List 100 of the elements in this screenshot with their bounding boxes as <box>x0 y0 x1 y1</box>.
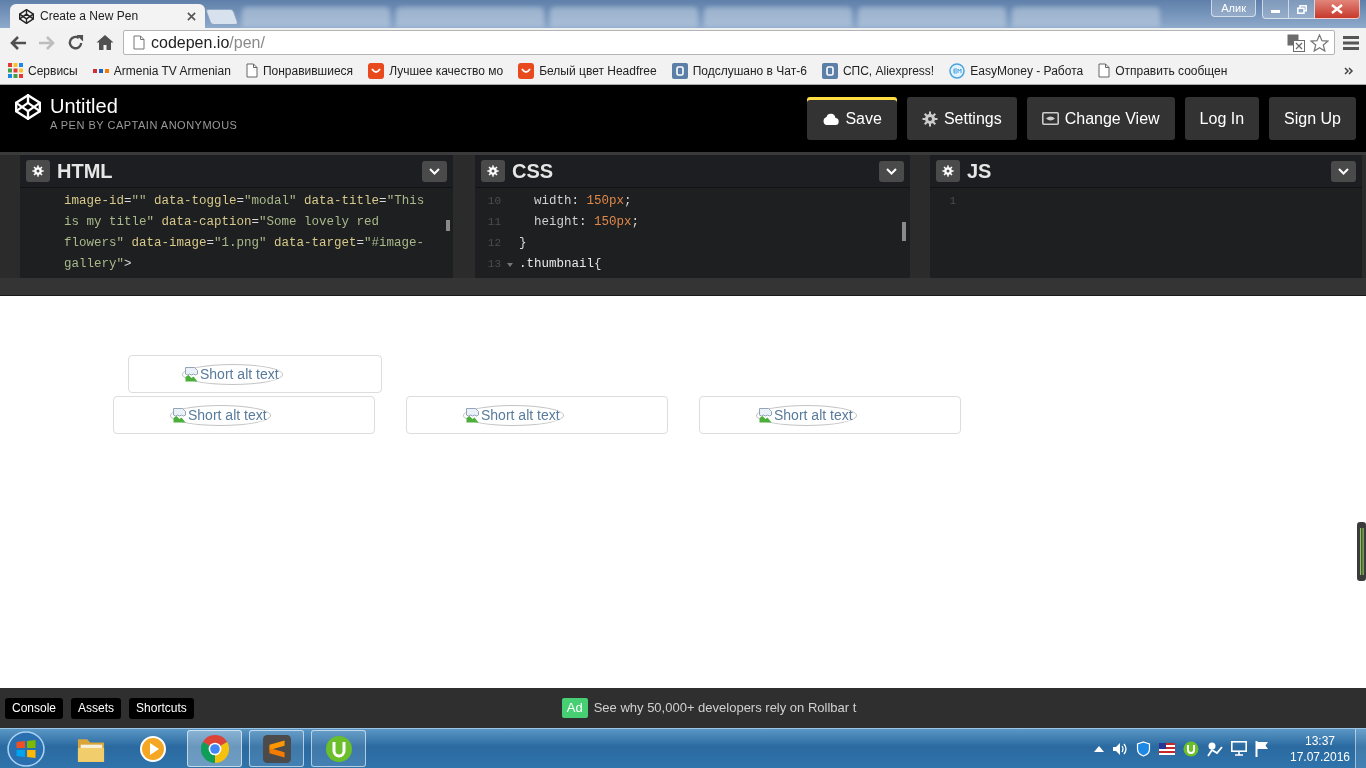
code-line: is my title" data-caption="Some lovely red <box>64 214 380 232</box>
cube-logo-icon <box>19 8 34 24</box>
menu-icon[interactable] <box>1343 35 1359 50</box>
ad-badge: Ad <box>561 698 588 718</box>
pen-title[interactable]: Untitled <box>50 94 238 118</box>
browser-logo-icon <box>200 734 229 763</box>
page-icon <box>1098 63 1111 78</box>
clock-date[interactable]: 17.07.2016 <box>1289 748 1351 765</box>
alt-text: Short alt text <box>188 407 267 423</box>
minimize-button[interactable] <box>1262 0 1289 19</box>
coin-icon <box>949 62 966 79</box>
sign-up-button[interactable]: Sign Up <box>1269 97 1356 140</box>
broken-image-icon <box>184 366 200 382</box>
fold-arrow-icon[interactable] <box>507 262 513 267</box>
side-handle-icon[interactable] <box>1357 522 1366 581</box>
start-orb-icon[interactable] <box>7 730 45 767</box>
footer-button[interactable]: Shortcuts <box>129 697 194 719</box>
back-arrow-icon <box>8 34 27 51</box>
footer-button[interactable]: Console <box>5 697 64 719</box>
play-circle-icon <box>138 734 167 763</box>
stripes-logo-icon <box>92 67 109 74</box>
broken-image-icon <box>172 407 188 423</box>
bookmark[interactable]: Подслушано в Чат-6 <box>669 59 809 82</box>
ad-link[interactable]: See why 50,000+ developers rely on Rollbar t <box>593 698 857 718</box>
bookmark[interactable]: Понравившиеся <box>243 59 356 82</box>
flag-icon[interactable] <box>1159 742 1175 755</box>
show-hidden-icons-icon[interactable] <box>1094 745 1104 752</box>
chevron-down-icon <box>429 167 440 175</box>
scrollbar-thumb[interactable] <box>446 220 450 231</box>
bookmark-star-icon[interactable] <box>1310 33 1329 52</box>
broken-image-icon <box>465 407 481 423</box>
editor-settings-button[interactable] <box>26 160 50 182</box>
bookmark[interactable]: Лучшее качество мо <box>366 59 506 82</box>
editor-title: JS <box>967 159 992 184</box>
address-bar[interactable]: codepen.io/pen/ <box>123 30 1335 55</box>
footer-button[interactable]: Assets <box>71 697 122 719</box>
gear-icon <box>487 165 499 177</box>
close-icon <box>1331 4 1343 14</box>
editor-settings-button[interactable] <box>481 160 505 182</box>
scrollbar-thumb[interactable] <box>902 222 906 241</box>
editor-title: CSS <box>512 159 554 184</box>
torrent-logo-icon[interactable] <box>1183 740 1199 757</box>
alt-text: Short alt text <box>481 407 560 423</box>
taskbar-app-button[interactable] <box>187 730 242 767</box>
close-window-button[interactable] <box>1315 0 1360 19</box>
change-view-button[interactable]: Change View <box>1026 97 1175 140</box>
restore-button[interactable] <box>1289 0 1315 19</box>
cloud-icon <box>822 112 840 125</box>
action-flag-icon[interactable] <box>1255 740 1269 757</box>
browser-tab[interactable]: Create a New Pen <box>10 4 205 28</box>
editor-menu-button[interactable] <box>1331 160 1356 182</box>
bookmark[interactable]: Белый цвет Headfree <box>516 59 659 82</box>
smile-tile-icon <box>518 62 535 79</box>
bookmark[interactable]: Сервисы <box>6 59 80 82</box>
bookmark[interactable]: Armenia TV Armenian <box>90 59 233 82</box>
save-button[interactable]: Save <box>807 97 897 140</box>
broken-image-icon <box>758 407 774 423</box>
page-icon <box>245 63 258 78</box>
clock-time[interactable]: 13:37 <box>1305 732 1335 749</box>
social-tile-icon <box>671 62 688 79</box>
restore-icon <box>1296 4 1307 14</box>
editor-menu-button[interactable] <box>879 160 904 182</box>
translate-icon[interactable] <box>1287 33 1305 52</box>
social-tile-icon <box>821 62 838 79</box>
view-window-icon <box>1041 112 1059 125</box>
page-icon <box>133 35 145 50</box>
alt-text: Short alt text <box>200 366 279 382</box>
cube-logo-icon[interactable] <box>15 94 41 120</box>
editor-title: HTML <box>57 159 113 184</box>
bookmark[interactable]: EasyMoney - Работа <box>947 59 1086 82</box>
code-line: image-id="" data-toggle="modal" data-title="This <box>64 193 425 211</box>
network-icon[interactable] <box>1207 740 1223 757</box>
smile-tile-icon <box>368 62 385 79</box>
minimize-icon <box>1271 10 1280 13</box>
reload-icon <box>67 34 84 51</box>
taskbar-app-button[interactable] <box>311 730 366 767</box>
url-text[interactable]: codepen.io/pen/ <box>151 30 265 55</box>
pen-author: A PEN BY CAPTAIN ANONYMOUS <box>50 118 238 132</box>
editor-settings-button[interactable] <box>936 160 960 182</box>
gear-icon <box>32 165 44 177</box>
more-bookmarks-icon[interactable] <box>1344 66 1354 75</box>
monitor-icon[interactable] <box>1231 741 1247 756</box>
code-line: flowers" data-image="1.png" data-target="#image- <box>64 235 425 253</box>
code-line: } <box>519 235 527 253</box>
editor-menu-button[interactable] <box>422 160 447 182</box>
torrent-logo-icon <box>324 734 353 763</box>
log-in-button[interactable]: Log In <box>1184 97 1260 140</box>
gear-icon <box>942 165 954 177</box>
apps-grid-icon <box>8 63 23 78</box>
editor-logo-icon <box>262 734 291 763</box>
code-line: height: 150px; <box>533 214 640 232</box>
bookmark[interactable]: Отправить сообщен <box>1096 59 1230 82</box>
shield-icon[interactable] <box>1136 740 1151 757</box>
bookmark[interactable]: СПС, Aliexpress! <box>819 59 937 82</box>
chevron-down-icon <box>886 167 897 175</box>
close-icon[interactable] <box>187 11 196 21</box>
code-line: .thumbnail{ <box>519 256 602 274</box>
show-desktop-button[interactable] <box>1355 729 1366 768</box>
settings-button[interactable]: Settings <box>906 97 1017 140</box>
taskbar-app-button[interactable] <box>249 730 304 767</box>
